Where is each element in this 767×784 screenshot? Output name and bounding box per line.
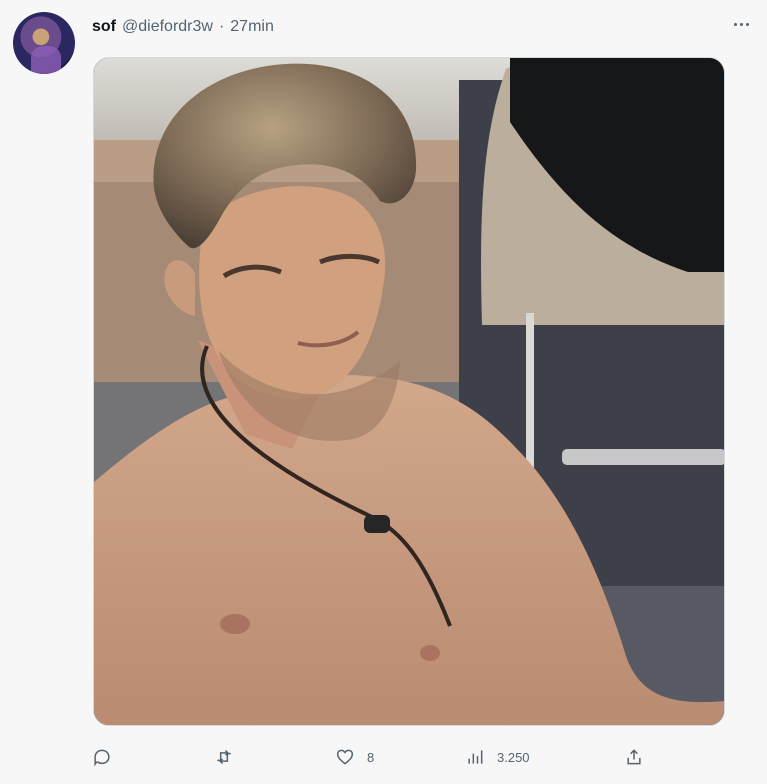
author-name[interactable]: sof bbox=[92, 18, 116, 36]
share-icon bbox=[627, 749, 641, 765]
heart-icon bbox=[336, 749, 354, 765]
views-icon bbox=[468, 750, 483, 764]
like-button[interactable]: 8 bbox=[335, 747, 374, 767]
tweet-actions: 8 3.250 bbox=[92, 742, 652, 772]
more-dot bbox=[733, 22, 737, 26]
retweet-button[interactable] bbox=[214, 747, 234, 767]
tweet-photo[interactable] bbox=[93, 57, 725, 726]
views-count: 3.250 bbox=[497, 749, 530, 765]
reply-button[interactable] bbox=[92, 747, 112, 767]
reply-icon bbox=[94, 749, 110, 767]
share-button[interactable] bbox=[624, 747, 644, 767]
like-count: 8 bbox=[367, 749, 375, 765]
retweet-icon bbox=[217, 749, 231, 765]
author-handle[interactable]: @diefordr3w bbox=[122, 18, 213, 36]
more-dot bbox=[745, 22, 749, 26]
header-separator: · bbox=[218, 18, 225, 35]
views-button[interactable]: 3.250 bbox=[465, 747, 530, 767]
photo-image bbox=[94, 58, 724, 725]
more-dot bbox=[739, 22, 743, 26]
tweet-card: sof @diefordr3w · 27min 8 3.250 bbox=[0, 0, 767, 784]
more-icon[interactable] bbox=[729, 14, 753, 34]
tweet-time[interactable]: 27min bbox=[230, 18, 274, 36]
avatar[interactable] bbox=[13, 12, 75, 74]
tweet-header: sof @diefordr3w · 27min bbox=[92, 16, 274, 38]
